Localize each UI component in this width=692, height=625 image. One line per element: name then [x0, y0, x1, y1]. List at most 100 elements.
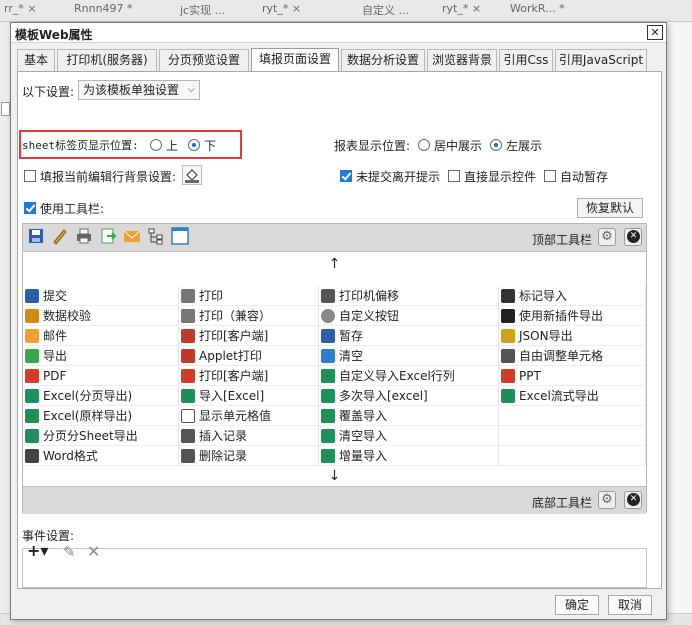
- toolbar-item-custom-import-excel[interactable]: 自定义导入Excel行列: [319, 366, 499, 386]
- toolbar-item-printer-offset[interactable]: 打印机偏移: [319, 286, 499, 306]
- toolbar-item-excel-stream-export[interactable]: Excel流式导出: [499, 386, 646, 406]
- bg-tab-3[interactable]: jc实现 ...: [180, 2, 256, 20]
- mail-icon[interactable]: [123, 227, 141, 245]
- sheet-position-bottom-radio[interactable]: [188, 139, 200, 151]
- report-position-left-label: 左展示: [506, 139, 543, 153]
- toolbar-item-mark-import[interactable]: 标记导入: [499, 286, 646, 306]
- tab-ref-css[interactable]: 引用Css: [499, 49, 553, 71]
- printer-icon[interactable]: [75, 227, 93, 245]
- save-icon[interactable]: [27, 227, 45, 245]
- toolbar-item-page-sheet-export[interactable]: 分页分Sheet导出: [23, 426, 179, 446]
- toolbar-item-show-cell-value[interactable]: 显示单元格值: [179, 406, 319, 426]
- toolbar-item-multi-import-excel[interactable]: 多次导入[excel]: [319, 386, 499, 406]
- move-down-arrow-icon[interactable]: ↓: [23, 466, 646, 486]
- tab-browser-background[interactable]: 浏览器背景: [427, 49, 497, 71]
- cancel-button[interactable]: 取消: [608, 595, 652, 615]
- use-toolbar-checkbox[interactable]: [24, 202, 36, 214]
- toolbar-item-label: 增量导入: [339, 449, 388, 463]
- toolbar-button-grid: 提交 打印 打印机偏移 标记导入 数据校验 打印（兼容） 自定义按钮 使用新插件…: [23, 286, 646, 466]
- tab-fill-page-settings[interactable]: 填报页面设置: [251, 48, 339, 71]
- toolbar-item-pdf[interactable]: PDF: [23, 366, 179, 386]
- toolbar-item-ppt[interactable]: PPT: [499, 366, 646, 386]
- toolbar-item-free-adjust-cell[interactable]: 自由调整单元格: [499, 346, 646, 366]
- toolbar-item-label: 自由调整单元格: [519, 349, 604, 363]
- toolbar-item-json-export[interactable]: JSON导出: [499, 326, 646, 346]
- report-position-left-radio[interactable]: [490, 139, 502, 151]
- toolbar-item-excel-page-export[interactable]: Excel(分页导出): [23, 386, 179, 406]
- toolbar-item-insert-record[interactable]: 插入记录: [179, 426, 319, 446]
- bg-tab-1[interactable]: rr_* ×: [4, 2, 66, 20]
- toolbar-item-label: PDF: [43, 369, 67, 383]
- toolbar-item-label: 导入[Excel]: [199, 389, 265, 403]
- toolbar-item-export[interactable]: 导出: [23, 346, 179, 366]
- background-right-panel: [666, 22, 692, 613]
- fill-row-bg-checkbox[interactable]: [24, 170, 36, 182]
- tab-data-analysis[interactable]: 数据分析设置: [341, 49, 425, 71]
- toolbar-item-clear-import[interactable]: 清空导入: [319, 426, 499, 446]
- report-position-center-radio[interactable]: [418, 139, 430, 151]
- word-icon: [501, 309, 515, 323]
- toolbar-item-label: 打印[客户端]: [199, 369, 269, 383]
- toolbar-item-print-client[interactable]: 打印[客户端]: [179, 326, 319, 346]
- toolbar-item-temp-save[interactable]: 暂存: [319, 326, 499, 346]
- tab-page-preview[interactable]: 分页预览设置: [159, 49, 249, 71]
- toolbar-item-new-plugin-export[interactable]: 使用新插件导出: [499, 306, 646, 326]
- ok-button[interactable]: 确定: [555, 595, 599, 615]
- fill-page-settings-panel: 以下设置: 为该模板单独设置 ⌵ sheet标签页显示位置: 上 下 报表显示位…: [17, 71, 662, 589]
- tab-ref-javascript[interactable]: 引用JavaScript: [555, 49, 647, 71]
- bg-tab-6[interactable]: ryt_* ×: [442, 2, 502, 20]
- sheet-position-top-label: 上: [166, 139, 179, 153]
- toolbar-item-delete-record[interactable]: 删除记录: [179, 446, 319, 466]
- bg-tab-5[interactable]: 自定义 ...: [362, 2, 440, 20]
- toolbar-item-print[interactable]: 打印: [179, 286, 319, 306]
- tree-icon[interactable]: [147, 227, 165, 245]
- sheet-position-top-radio[interactable]: [150, 139, 162, 151]
- toolbar-item-label: 打印[客户端]: [199, 329, 269, 343]
- report-position-center-label: 居中展示: [434, 139, 483, 153]
- unsubmitted-leave-checkbox[interactable]: [340, 170, 352, 182]
- direct-show-widget-checkbox[interactable]: [448, 170, 460, 182]
- ppt-icon: [501, 369, 515, 383]
- top-toolbar-delete-icon[interactable]: [624, 228, 642, 246]
- toolbar-item-word-format[interactable]: Word格式: [23, 446, 179, 466]
- autosave-checkbox[interactable]: [544, 170, 556, 182]
- events-list: +▾ ✎ ✕: [22, 541, 647, 588]
- toolbar-item-incremental-import[interactable]: 增量导入: [319, 446, 499, 466]
- toolbar-item-excel-original-export[interactable]: Excel(原样导出): [23, 406, 179, 426]
- delete-event-icon[interactable]: ✕: [87, 542, 100, 561]
- move-up-arrow-icon[interactable]: ↑: [23, 254, 646, 274]
- export-icon[interactable]: [99, 227, 117, 245]
- close-icon[interactable]: ✕: [647, 25, 663, 40]
- toolbar-item-submit[interactable]: 提交: [23, 286, 179, 306]
- top-toolbar-gear-icon[interactable]: ⚙: [598, 228, 616, 246]
- paint-bucket-icon[interactable]: [182, 165, 202, 185]
- toolbar-item-print-client-2[interactable]: 打印[客户端]: [179, 366, 319, 386]
- bottom-toolbar-gear-icon[interactable]: ⚙: [598, 491, 616, 509]
- restore-default-button[interactable]: 恢复默认: [577, 198, 643, 218]
- grid-icon: [501, 349, 515, 363]
- toolbar-item-overwrite-import[interactable]: 覆盖导入: [319, 406, 499, 426]
- scope-select[interactable]: 为该模板单独设置 ⌵: [78, 80, 200, 100]
- toolbar-item-custom-button[interactable]: 自定义按钮: [319, 306, 499, 326]
- bg-tab-4[interactable]: ryt_* ×: [262, 2, 332, 20]
- toolbar-item-label: 分页分Sheet导出: [43, 429, 138, 443]
- edit-event-icon[interactable]: ✎: [63, 543, 76, 561]
- bg-tab-7[interactable]: WorkR... *: [510, 2, 640, 20]
- toolbar-item-import-excel[interactable]: 导入[Excel]: [179, 386, 319, 406]
- bottom-toolbar-delete-icon[interactable]: [624, 491, 642, 509]
- toolbar-item-data-verify[interactable]: 数据校验: [23, 306, 179, 326]
- tab-basic[interactable]: 基本: [17, 49, 55, 71]
- toolbar-item-clear[interactable]: 清空: [319, 346, 499, 366]
- sheet-position-label: sheet标签页显示位置:: [22, 139, 139, 152]
- bg-tab-2[interactable]: Rnnn497 *: [74, 2, 154, 20]
- excel-icon: [25, 389, 39, 403]
- tab-bar: 基本 打印机(服务器) 分页预览设置 填报页面设置 数据分析设置 浏览器背景 引…: [17, 48, 662, 71]
- toolbar-item-empty: [499, 406, 646, 426]
- toolbar-item-print-compatible[interactable]: 打印（兼容）: [179, 306, 319, 326]
- tab-printer-server[interactable]: 打印机(服务器): [57, 49, 157, 71]
- pencil-icon[interactable]: [51, 227, 69, 245]
- toolbar-item-email[interactable]: 邮件: [23, 326, 179, 346]
- window-icon[interactable]: [171, 227, 189, 245]
- toolbar-item-applet-print[interactable]: Applet打印: [179, 346, 319, 366]
- add-event-icon[interactable]: +▾: [27, 541, 48, 560]
